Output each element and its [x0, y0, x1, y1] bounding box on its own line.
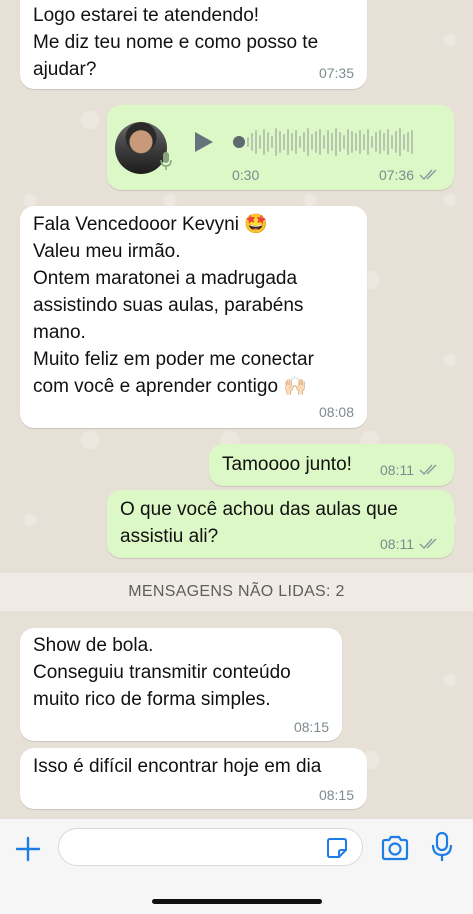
waveform-bar [407, 132, 409, 152]
message-time: 08:08 [318, 404, 354, 420]
read-ticks-icon [419, 538, 441, 550]
message-time: 08:15 [318, 787, 354, 803]
waveform-bar [347, 129, 349, 155]
sticker-icon[interactable] [326, 837, 348, 859]
waveform-bar [375, 132, 377, 152]
waveform-bar [403, 134, 405, 150]
voice-message-bubble[interactable]: 0:30 07:36 [107, 105, 454, 190]
waveform-bar [299, 136, 301, 148]
message-text: Fala Vencedooor Kevyni 🤩 Valeu meu irmão… [33, 214, 314, 397]
message-bubble-incoming[interactable]: Isso é difícil encontrar hoje em dia 08:… [20, 748, 367, 809]
waveform-bar [383, 133, 385, 151]
microphone-icon[interactable] [430, 831, 454, 863]
waveform-bar [311, 134, 313, 150]
waveform-bar [359, 130, 361, 154]
waveform-bar [259, 135, 261, 149]
message-time: 08:11 [380, 536, 414, 552]
message-text: Isso é difícil encontrar hoje em dia [33, 756, 322, 777]
waveform-bar [323, 135, 325, 149]
waveform-bar [379, 130, 381, 154]
waveform-bar [263, 129, 265, 155]
message-time: 08:11 [380, 462, 414, 478]
message-time: 07:35 [318, 65, 354, 81]
read-ticks-icon [419, 169, 441, 181]
waveform-bar [335, 128, 337, 156]
waveform-bar [391, 135, 393, 149]
message-text: Tamoooo junto! [222, 454, 352, 475]
waveform-bar [271, 136, 273, 148]
message-input[interactable] [58, 828, 363, 866]
message-time: 08:15 [293, 719, 329, 735]
waveform-bar [275, 128, 277, 156]
message-bubble-incoming[interactable]: Show de bola. Conseguiu transmitir conte… [20, 628, 342, 741]
waveform-bar [267, 132, 269, 152]
message-bubble-outgoing[interactable]: Tamoooo junto! 08:11 [209, 444, 454, 486]
message-input-field[interactable] [73, 836, 313, 858]
waveform-bar [283, 134, 285, 150]
chat-area[interactable]: Logo estarei te atendendo! Me diz teu no… [0, 0, 473, 818]
message-time: 07:36 [378, 167, 414, 183]
audio-waveform[interactable] [247, 127, 413, 157]
read-ticks-icon [419, 464, 441, 476]
waveform-bar [399, 128, 401, 156]
waveform-bar [327, 130, 329, 154]
waveform-bar [339, 132, 341, 152]
waveform-bar [291, 133, 293, 151]
waveform-bar [247, 137, 249, 147]
home-indicator [152, 899, 322, 904]
play-icon[interactable] [193, 130, 215, 162]
waveform-bar [387, 129, 389, 155]
plus-icon[interactable] [14, 835, 42, 863]
waveform-bar [371, 136, 373, 148]
waveform-bar [303, 132, 305, 152]
message-text: O que você achou das aulas que assistiu … [120, 499, 398, 547]
waveform-bar [287, 129, 289, 155]
waveform-bar [331, 133, 333, 151]
waveform-bar [355, 133, 357, 151]
waveform-bar [411, 130, 413, 154]
playback-position-handle[interactable] [233, 136, 245, 148]
camera-icon[interactable] [380, 835, 410, 861]
microphone-badge-icon [159, 151, 173, 179]
message-bubble-outgoing[interactable]: O que você achou das aulas que assistiu … [107, 490, 454, 558]
message-bubble-incoming[interactable]: Logo estarei te atendendo! Me diz teu no… [20, 0, 367, 89]
waveform-bar [343, 135, 345, 149]
message-text: Logo estarei te atendendo! Me diz teu no… [33, 5, 319, 80]
waveform-bar [363, 134, 365, 150]
voice-duration: 0:30 [232, 167, 260, 183]
waveform-bar [295, 130, 297, 154]
waveform-bar [367, 129, 369, 155]
waveform-bar [395, 131, 397, 153]
composer-bar [0, 818, 473, 914]
waveform-bar [319, 129, 321, 155]
waveform-bar [279, 131, 281, 153]
waveform-bar [255, 130, 257, 154]
waveform-bar [351, 131, 353, 153]
waveform-bar [315, 131, 317, 153]
message-bubble-incoming[interactable]: Fala Vencedooor Kevyni 🤩 Valeu meu irmão… [20, 206, 367, 428]
waveform-bar [307, 128, 309, 156]
message-text: Show de bola. Conseguiu transmitir conte… [33, 635, 291, 710]
unread-messages-banner: MENSAGENS NÃO LIDAS: 2 [0, 573, 473, 611]
waveform-bar [251, 133, 253, 151]
